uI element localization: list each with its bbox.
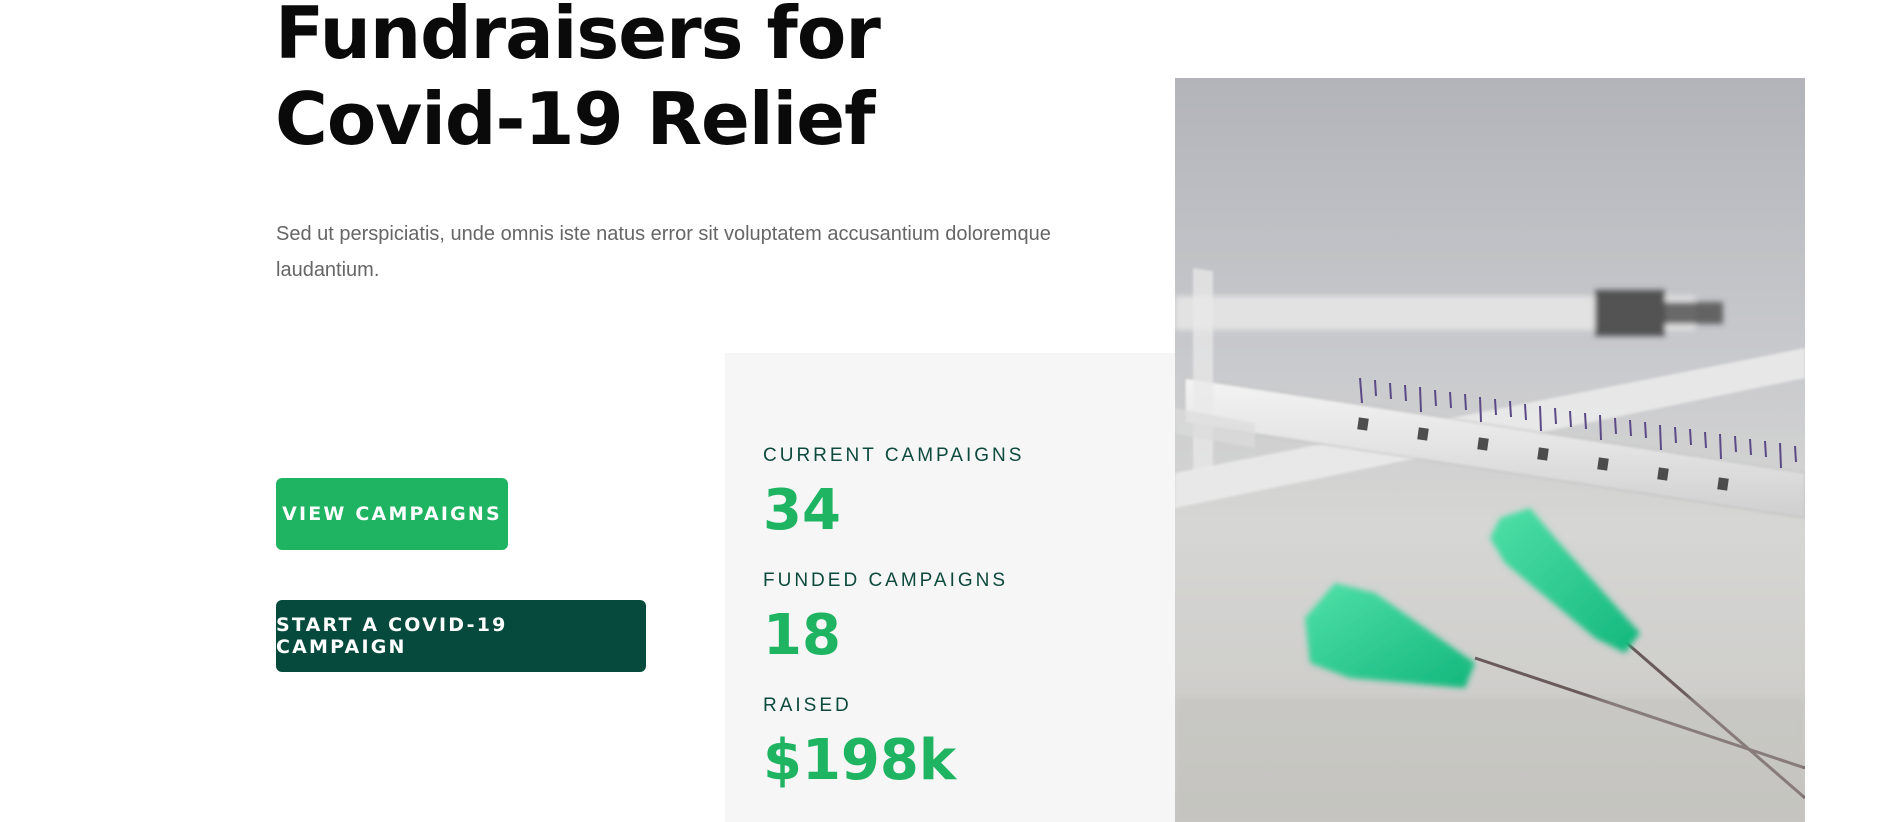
current-campaigns-value: 34: [763, 478, 841, 543]
current-campaigns-label: CURRENT CAMPAIGNS: [763, 445, 1025, 466]
stats-panel: CURRENT CAMPAIGNS 34 FUNDED CAMPAIGNS 18…: [725, 353, 1177, 822]
page-title-line-2: Covid-19 Relief: [275, 77, 875, 161]
page-title: Fundraisers for Covid-19 Relief: [275, 0, 881, 162]
raised-label: RAISED: [763, 695, 852, 716]
hero-description: Sed ut perspiciatis, unde omnis iste nat…: [276, 223, 1051, 281]
start-campaign-button[interactable]: START A COVID-19 CAMPAIGN: [276, 600, 646, 672]
page: Fundraisers for Covid-19 Relief Sed ut p…: [0, 0, 1895, 822]
syringes-photo: [1175, 78, 1805, 822]
syringes-illustration: [1175, 78, 1805, 822]
funded-campaigns-value: 18: [763, 603, 841, 668]
page-title-line-1: Fundraisers for: [275, 0, 881, 75]
funded-campaigns-label: FUNDED CAMPAIGNS: [763, 570, 1009, 591]
view-campaigns-button[interactable]: VIEW CAMPAIGNS: [276, 478, 508, 550]
raised-value: $198k: [763, 728, 957, 793]
